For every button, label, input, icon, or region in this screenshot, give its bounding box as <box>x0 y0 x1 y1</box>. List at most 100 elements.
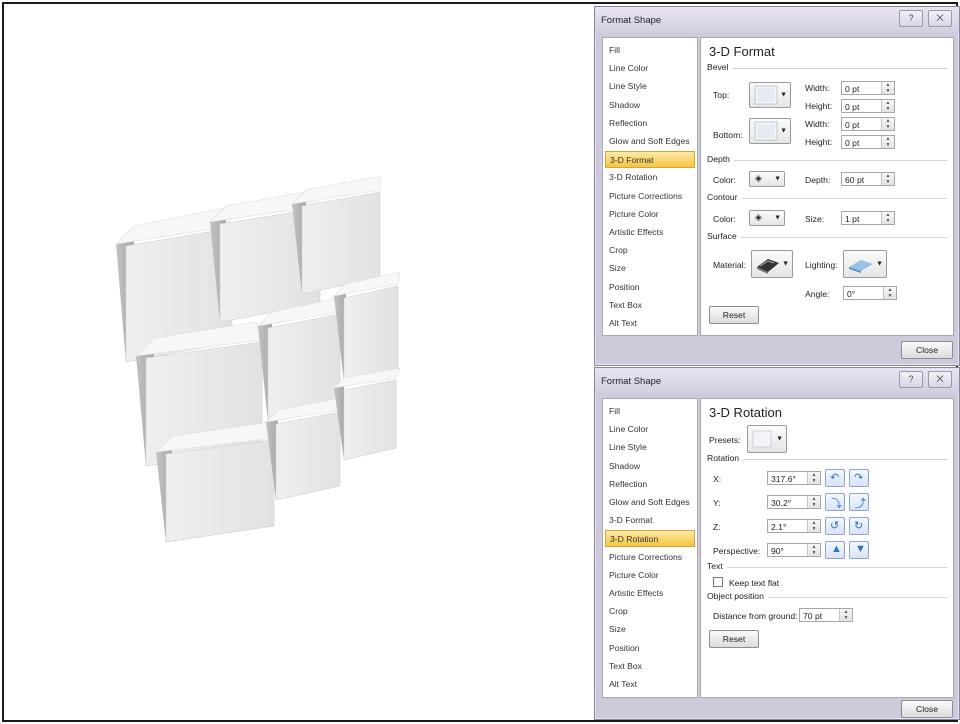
perspective-stepper[interactable]: 90° ▲ ▼ <box>767 543 821 557</box>
nav-item-picture-color[interactable]: Picture Color <box>605 206 695 223</box>
nav-item-shadow[interactable]: Shadow <box>605 97 695 114</box>
bevel-bottom-height-stepper[interactable]: 0 pt ▲ ▼ <box>841 135 895 149</box>
nav-item-alt-text[interactable]: Alt Text <box>605 315 695 332</box>
nav-item-line-style[interactable]: Line Style <box>605 78 695 95</box>
help-button[interactable]: ? <box>899 371 923 388</box>
dialog-title: Format Shape <box>601 15 662 26</box>
rotate-left-button[interactable]: ↶ <box>825 469 845 487</box>
surface-section-header: Surface <box>707 231 947 243</box>
material-picker[interactable]: ▼ <box>751 250 793 278</box>
chevron-down-icon: ▼ <box>876 260 883 268</box>
tilt-down-button[interactable]: ⤵ <box>825 493 845 511</box>
tilt-down-icon: ⤵ <box>831 498 842 510</box>
bevel-top-picker[interactable]: ▼ <box>749 82 791 108</box>
cube-8 <box>265 397 341 501</box>
nav-item-picture-color[interactable]: Picture Color <box>605 567 695 584</box>
rotation-y-stepper[interactable]: 30.2° ▲ ▼ <box>767 495 821 509</box>
nav-item-line-color[interactable]: Line Color <box>605 421 695 438</box>
help-button[interactable]: ? <box>899 10 923 27</box>
contour-section-header: Contour <box>707 192 947 204</box>
keep-text-flat-checkbox[interactable] <box>713 577 723 587</box>
cube-grid-shape[interactable] <box>4 4 592 720</box>
nav-item-crop[interactable]: Crop <box>605 242 695 259</box>
dialog-titlebar[interactable]: Format Shape ? ⨉ <box>595 7 959 33</box>
nav-item-line-color[interactable]: Line Color <box>605 60 695 77</box>
nav-item-artistic-effects[interactable]: Artistic Effects <box>605 224 695 241</box>
nav-item-position[interactable]: Position <box>605 279 695 296</box>
close-button[interactable]: Close <box>901 700 953 718</box>
presets-label: Presets: <box>709 435 741 445</box>
bevel-top-label: Top: <box>713 90 730 100</box>
rotation-section-header: Rotation <box>707 453 947 465</box>
nav-item-position[interactable]: Position <box>605 640 695 657</box>
distance-from-ground-stepper[interactable]: 70 pt ▲ ▼ <box>799 608 853 622</box>
depth-color-picker[interactable]: ◈ ▼ <box>749 171 785 187</box>
nav-item-glow-and-soft-edges[interactable]: Glow and Soft Edges <box>605 494 695 511</box>
rotate-clockwise-button[interactable]: ↻ <box>849 517 869 535</box>
close-x-button[interactable]: ⨉ <box>928 371 952 388</box>
cube-7 <box>155 421 275 543</box>
nav-item-fill[interactable]: Fill <box>605 403 695 420</box>
bevel-bottom-width-stepper[interactable]: 0 pt ▲ ▼ <box>841 117 895 131</box>
lighting-picker[interactable]: ▼ <box>843 250 887 278</box>
rotation-x-stepper[interactable]: 317.6° ▲ ▼ <box>767 471 821 485</box>
nav-item-fill[interactable]: Fill <box>605 42 695 59</box>
contour-color-label: Color: <box>713 214 736 224</box>
bevel-bottom-picker[interactable]: ▼ <box>749 118 791 144</box>
nav-item-3-d-rotation[interactable]: 3-D Rotation <box>605 530 695 548</box>
nav-item-artistic-effects[interactable]: Artistic Effects <box>605 585 695 602</box>
chevron-down-icon: ▼ <box>776 435 783 443</box>
pane-title: 3-D Rotation <box>709 405 782 420</box>
format-shape-dialog-3d-rotation: Format Shape ? ⨉ Fill Line Color Line Styl… <box>594 367 960 720</box>
rotation-z-stepper[interactable]: 2.1° ▲ ▼ <box>767 519 821 533</box>
reset-button[interactable]: Reset <box>709 306 759 324</box>
presets-picker[interactable]: ▼ <box>747 425 787 453</box>
nav-item-alt-text[interactable]: Alt Text <box>605 676 695 693</box>
rotation-z-label: Z: <box>713 522 721 532</box>
dialog-titlebar[interactable]: Format Shape ? ⨉ <box>595 368 959 394</box>
nav-item-picture-corrections[interactable]: Picture Corrections <box>605 549 695 566</box>
bevel-top-height-label: Height: <box>805 101 833 111</box>
nav-item-size[interactable]: Size <box>605 621 695 638</box>
contour-size-stepper[interactable]: 1 pt ▲ ▼ <box>841 211 895 225</box>
3d-format-pane: 3-D Format Bevel Top: ▼ Width: 0 pt ▲ ▼ He… <box>700 37 954 336</box>
nav-item-crop[interactable]: Crop <box>605 603 695 620</box>
bevel-top-width-stepper[interactable]: 0 pt ▲ ▼ <box>841 81 895 95</box>
nav-item-3-d-rotation[interactable]: 3-D Rotation <box>605 169 695 186</box>
nav-item-shadow[interactable]: Shadow <box>605 458 695 475</box>
paint-bucket-icon: ◈ <box>755 212 762 222</box>
angle-label: Angle: <box>805 289 830 299</box>
nav-item-reflection[interactable]: Reflection <box>605 476 695 493</box>
contour-color-picker[interactable]: ◈ ▼ <box>749 210 785 226</box>
rotate-right-icon: ↷ <box>854 472 864 484</box>
depth-stepper[interactable]: 60 pt ▲ ▼ <box>841 172 895 186</box>
category-list: Fill Line Color Line Style Shadow Reflection… <box>602 398 698 698</box>
depth-label: Depth: <box>805 175 831 185</box>
perspective-narrow-button[interactable]: ▲ <box>825 541 845 559</box>
nav-item-text-box[interactable]: Text Box <box>605 658 695 675</box>
bevel-bottom-label: Bottom: <box>713 130 743 140</box>
nav-item-text-box[interactable]: Text Box <box>605 297 695 314</box>
perspective-widen-button[interactable]: ▼ <box>849 541 869 559</box>
angle-stepper[interactable]: 0° ▲ ▼ <box>843 286 897 300</box>
perspective-narrow-icon: ▲ <box>831 543 842 555</box>
nav-item-size[interactable]: Size <box>605 260 695 277</box>
reset-button[interactable]: Reset <box>709 630 759 648</box>
nav-item-glow-and-soft-edges[interactable]: Glow and Soft Edges <box>605 133 695 150</box>
rotate-counterclockwise-button[interactable]: ↺ <box>825 517 845 535</box>
tilt-up-icon: ⤴ <box>855 498 866 510</box>
nav-item-3-d-format[interactable]: 3-D Format <box>605 151 695 169</box>
bevel-bottom-height-label: Height: <box>805 137 833 147</box>
close-x-button[interactable]: ⨉ <box>928 10 952 27</box>
chevron-down-icon: ▼ <box>782 260 789 268</box>
nav-item-picture-corrections[interactable]: Picture Corrections <box>605 188 695 205</box>
tilt-up-button[interactable]: ⤴ <box>849 493 869 511</box>
rotate-right-button[interactable]: ↷ <box>849 469 869 487</box>
rotate-clockwise-icon: ↻ <box>854 520 864 532</box>
nav-item-line-style[interactable]: Line Style <box>605 439 695 456</box>
close-button[interactable]: Close <box>901 341 953 359</box>
rotation-preset-icon <box>752 430 772 448</box>
bevel-top-height-stepper[interactable]: 0 pt ▲ ▼ <box>841 99 895 113</box>
nav-item-3-d-format[interactable]: 3-D Format <box>605 512 695 529</box>
nav-item-reflection[interactable]: Reflection <box>605 115 695 132</box>
